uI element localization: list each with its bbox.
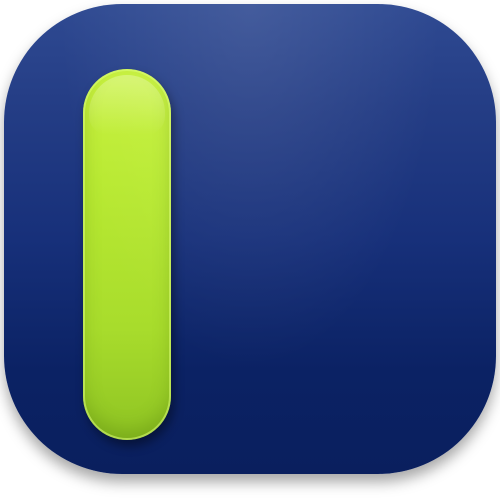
lime-sidebar-bar-icon: [83, 69, 171, 440]
app-icon[interactable]: [4, 4, 496, 474]
canvas: [0, 0, 500, 500]
